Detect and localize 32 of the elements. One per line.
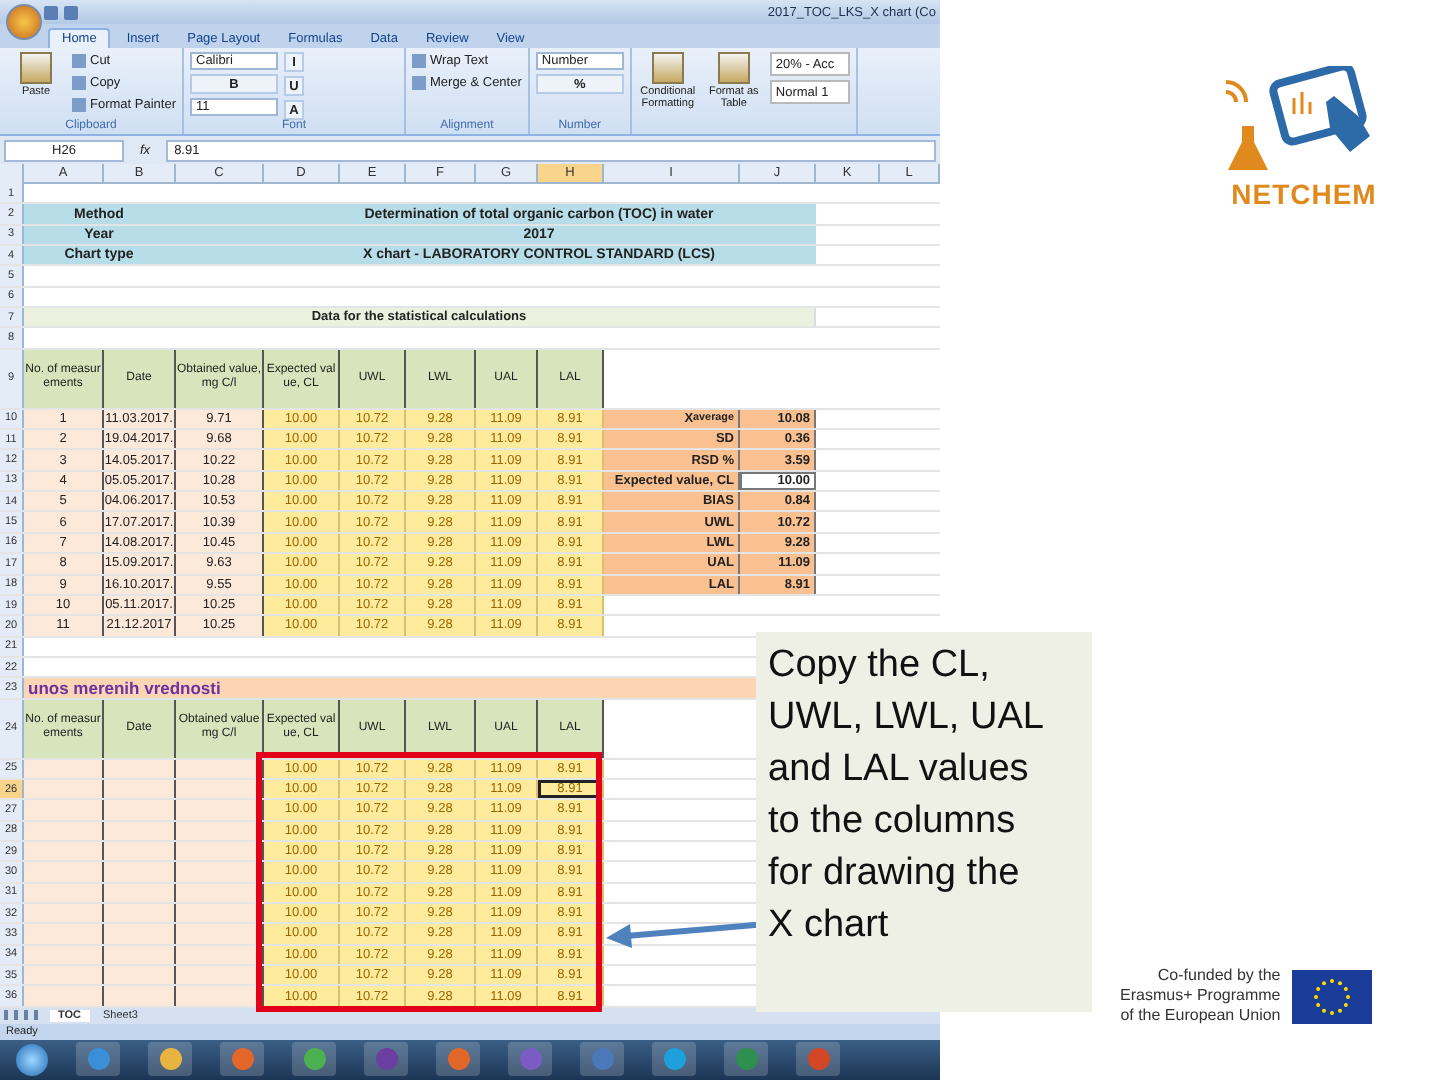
start-button-icon[interactable] [16, 1043, 48, 1076]
table-cell [176, 862, 264, 882]
table-cell [176, 986, 264, 1006]
taskbar-app-icon[interactable] [220, 1042, 264, 1077]
office-button-icon[interactable] [6, 4, 42, 40]
table-cell [104, 966, 176, 985]
table-cell [24, 800, 104, 820]
table-cell [24, 862, 104, 882]
table-cell [24, 924, 104, 944]
table-cell [104, 862, 176, 882]
table-cell [104, 800, 176, 820]
table-cell [104, 924, 176, 944]
flag-icon [1292, 969, 1373, 1023]
brand-name: NETCHEM [1231, 178, 1377, 210]
table-cell [104, 986, 176, 1006]
taskbar-app-icon[interactable] [652, 1042, 696, 1077]
taskbar-app-icon[interactable] [724, 1042, 768, 1077]
table-cell [176, 924, 264, 944]
taskbar-app-icon[interactable] [76, 1042, 120, 1077]
taskbar-app-icon[interactable] [364, 1042, 408, 1077]
table-cell [176, 966, 264, 985]
table-cell [24, 986, 104, 1006]
table-cell [24, 966, 104, 985]
sheet-navigation-icon[interactable] [4, 1010, 44, 1021]
taskbar-app-icon[interactable] [580, 1042, 624, 1077]
taskbar-app-icon[interactable] [148, 1042, 192, 1077]
taskbar-app-icon[interactable] [436, 1042, 480, 1077]
taskbar-app-icon[interactable] [292, 1042, 336, 1077]
taskbar-app-icon[interactable] [796, 1042, 840, 1077]
taskbar-app-icon[interactable] [508, 1042, 552, 1077]
funding-note: Co-funded by the Erasmus+ Programme of the European Union [1120, 966, 1281, 1026]
table-cell [176, 800, 264, 820]
